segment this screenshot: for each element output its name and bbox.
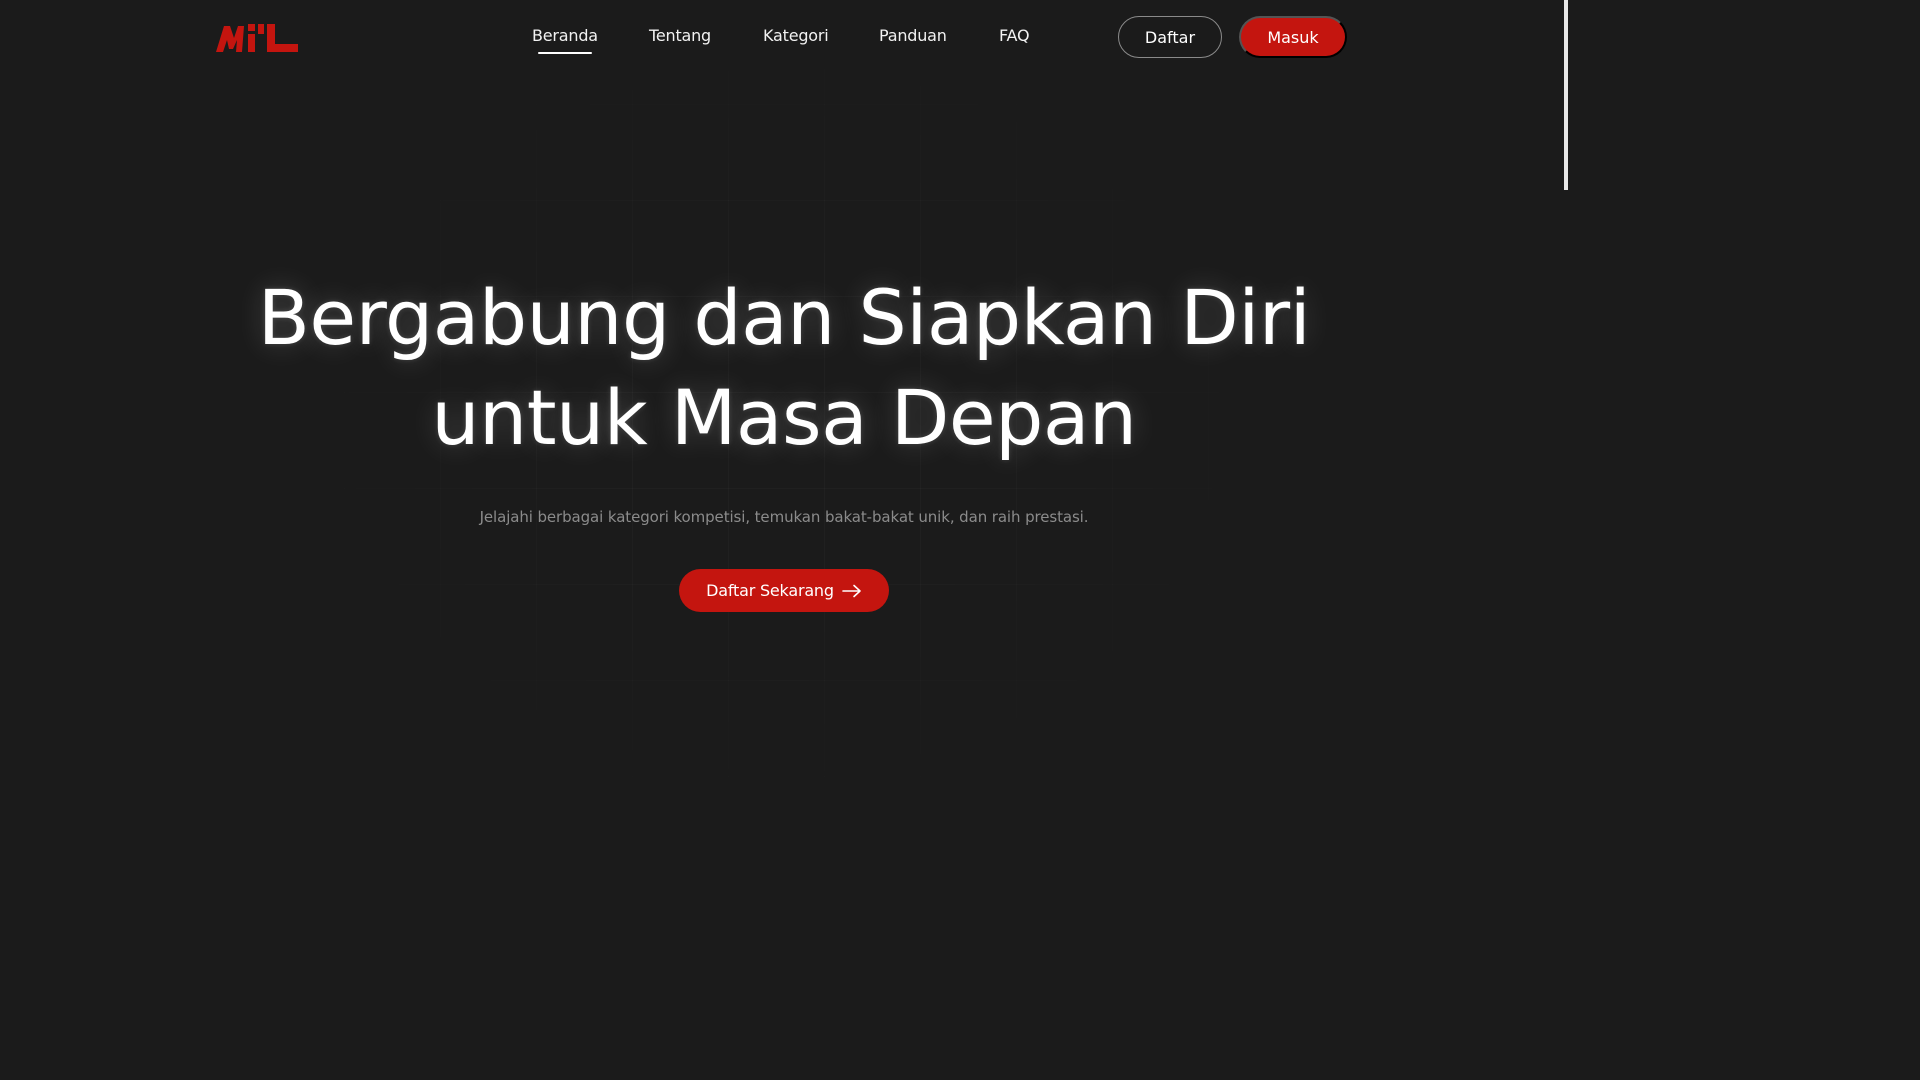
- nav-link-panduan[interactable]: Panduan: [879, 26, 947, 45]
- hero-subtitle: Jelajahi berbagai kategori kompetisi, te…: [479, 508, 1089, 526]
- register-now-label: Daftar Sekarang: [706, 581, 834, 600]
- brand-logo[interactable]: [216, 22, 298, 52]
- logo-icon: [216, 24, 298, 52]
- hero-title-line-2: untuk Masa Depan: [431, 373, 1137, 462]
- arrow-right-icon: [842, 584, 861, 597]
- register-button[interactable]: Daftar: [1118, 16, 1222, 58]
- nav-link-kategori[interactable]: Kategori: [763, 26, 829, 45]
- hero-title-line-1: Bergabung dan Siapkan Diri: [257, 273, 1311, 362]
- register-now-button[interactable]: Daftar Sekarang: [679, 569, 889, 612]
- nav-link-tentang[interactable]: Tentang: [649, 26, 711, 45]
- hero-title: Bergabung dan Siapkan Diri untuk Masa De…: [184, 268, 1384, 468]
- navbar: Beranda Tentang Kategori Panduan FAQ Daf…: [0, 0, 1568, 76]
- login-button[interactable]: Masuk: [1239, 16, 1347, 58]
- nav-link-beranda[interactable]: Beranda: [532, 26, 598, 54]
- nav-link-faq[interactable]: FAQ: [999, 26, 1030, 45]
